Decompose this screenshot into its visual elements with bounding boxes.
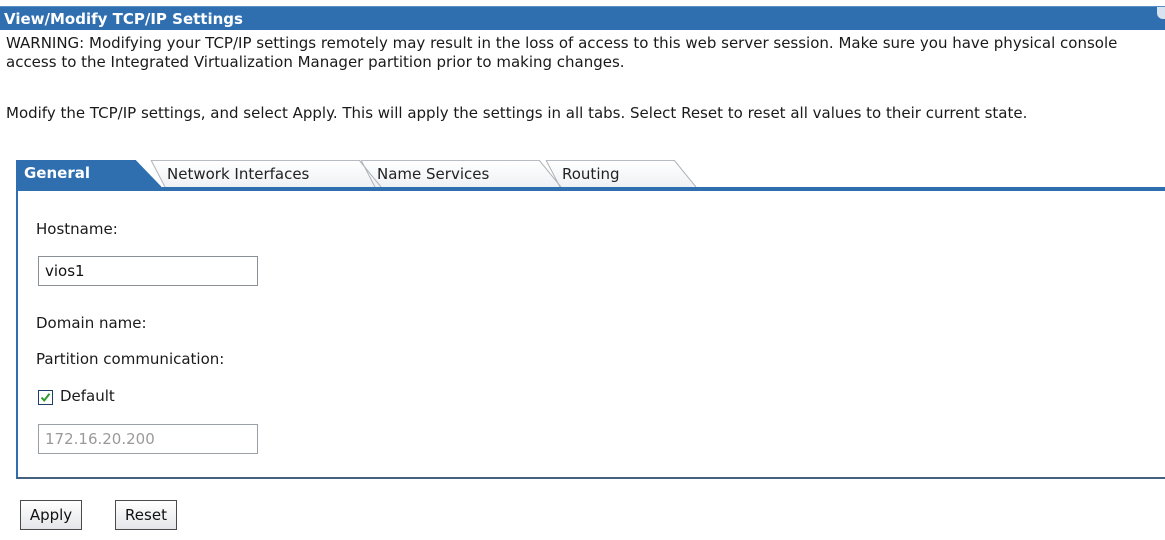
instruction-message: Modify the TCP/IP settings, and select A… <box>6 104 1028 122</box>
default-checkbox[interactable] <box>38 390 53 405</box>
tab-label: Name Services <box>377 165 490 183</box>
apply-button[interactable]: Apply <box>20 500 82 530</box>
hostname-label: Hostname: <box>36 220 118 238</box>
tab-name-services[interactable]: Name Services <box>361 160 561 187</box>
tab-label: General <box>24 164 90 182</box>
default-checkbox-label: Default <box>60 387 115 405</box>
tab-routing[interactable]: Routing <box>546 160 696 187</box>
window-title-bar: View/Modify TCP/IP Settings <box>0 6 1165 30</box>
general-tab-panel: Hostname: Domain name: Partition communi… <box>16 187 1165 479</box>
tab-bar: Network Interfaces Name Services Routing… <box>16 160 1165 187</box>
tab-network-interfaces[interactable]: Network Interfaces <box>151 160 381 187</box>
title-bar-corner <box>1157 7 1165 19</box>
checkmark-icon <box>40 393 51 403</box>
partition-communication-label: Partition communication: <box>36 350 225 368</box>
warning-message: WARNING: Modifying your TCP/IP settings … <box>6 34 1123 71</box>
tab-label: Routing <box>562 165 620 183</box>
partition-ip-input <box>38 424 258 454</box>
domain-name-label: Domain name: <box>36 314 147 332</box>
tab-label: Network Interfaces <box>167 165 310 183</box>
hostname-input[interactable] <box>38 256 258 286</box>
tab-general[interactable]: General <box>16 160 161 187</box>
window-title: View/Modify TCP/IP Settings <box>4 10 243 28</box>
reset-button[interactable]: Reset <box>115 500 177 530</box>
